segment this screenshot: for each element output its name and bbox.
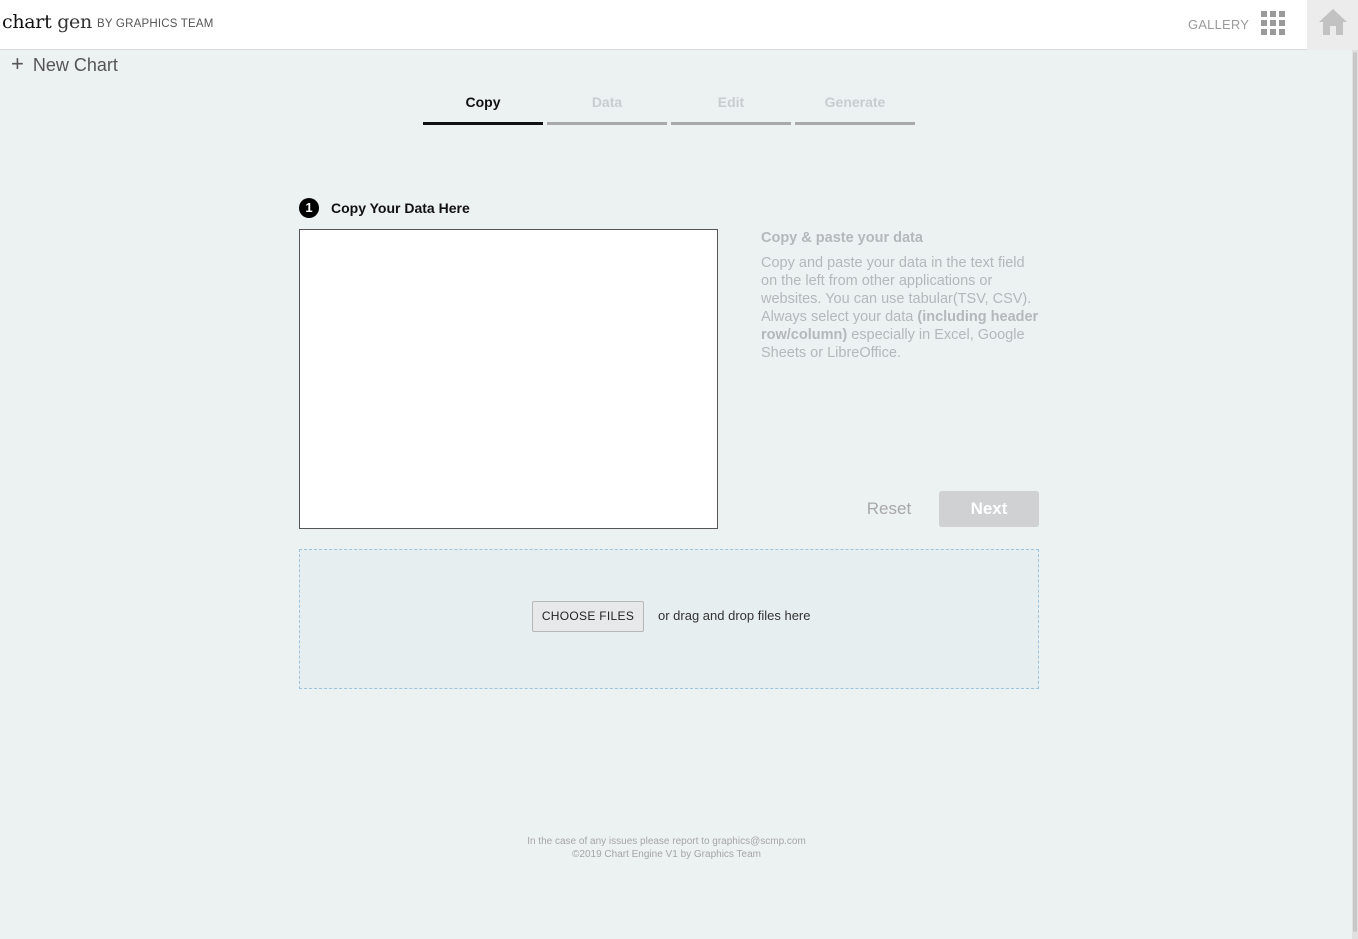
section-title: Copy Your Data Here: [331, 200, 470, 216]
copy-section-header: 1 Copy Your Data Here: [299, 198, 470, 218]
brand-chart: chart: [2, 11, 52, 33]
gallery-link[interactable]: GALLERY: [1188, 17, 1249, 32]
vertical-scrollbar[interactable]: [1352, 50, 1358, 939]
tab-data[interactable]: Data: [547, 85, 667, 125]
step-tabs: Copy Data Edit Generate: [423, 85, 919, 125]
choose-files-button[interactable]: CHOOSE FILES: [532, 601, 644, 632]
tab-generate[interactable]: Generate: [795, 85, 915, 125]
apps-grid-icon[interactable]: [1261, 11, 1287, 37]
footer: In the case of any issues please report …: [429, 835, 904, 861]
brand-gen: gen: [57, 11, 92, 33]
top-bar: chart gen BY GRAPHICS TEAM GALLERY: [0, 0, 1358, 50]
help-panel: Copy & paste your data Copy and paste yo…: [761, 229, 1043, 362]
plus-icon: +: [11, 51, 24, 76]
help-text: Copy and paste your data in the text fie…: [761, 254, 1043, 362]
reset-button[interactable]: Reset: [858, 491, 920, 527]
help-title: Copy & paste your data: [761, 230, 923, 246]
tab-edit[interactable]: Edit: [671, 85, 791, 125]
scrollbar-thumb[interactable]: [1353, 52, 1357, 932]
footer-contact: In the case of any issues please report …: [527, 836, 806, 847]
new-chart-label: New Chart: [32, 55, 118, 75]
home-icon: [1319, 9, 1347, 35]
next-button[interactable]: Next: [939, 491, 1039, 527]
new-chart-button[interactable]: + New Chart: [11, 51, 118, 76]
home-button[interactable]: [1307, 0, 1358, 50]
drop-hint-text: or drag and drop files here: [658, 608, 811, 623]
step-number-badge: 1: [299, 198, 319, 218]
data-input-textarea[interactable]: [299, 229, 718, 529]
app-logo[interactable]: chart gen: [2, 11, 92, 33]
brand-byline: BY GRAPHICS TEAM: [97, 18, 214, 30]
footer-copyright: ©2019 Chart Engine V1 by Graphics Team: [572, 849, 761, 860]
tab-copy[interactable]: Copy: [423, 85, 543, 125]
file-dropzone[interactable]: CHOOSE FILES or drag and drop files here: [299, 549, 1039, 689]
